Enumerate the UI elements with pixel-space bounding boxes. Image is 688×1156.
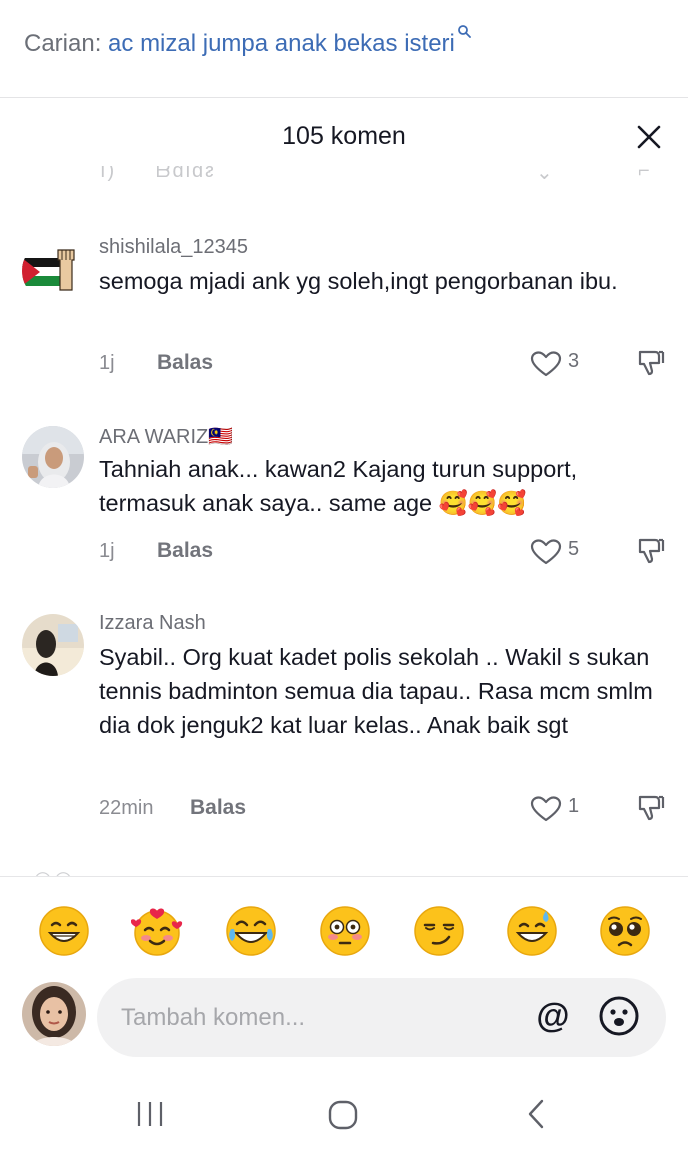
comment-text: Syabil.. Org kuat kadet polis sekolah ..… bbox=[99, 644, 653, 738]
close-icon[interactable] bbox=[630, 118, 668, 156]
comment-input[interactable] bbox=[121, 1002, 501, 1034]
avatar[interactable] bbox=[22, 426, 84, 488]
partial-comment-row: ı) ᗷɑlɑᴤ ⌄ ˙ ⌐ bbox=[100, 166, 652, 184]
like-button[interactable]: 5 bbox=[530, 536, 590, 566]
like-count: 3 bbox=[568, 350, 580, 372]
comment-time: 1j bbox=[99, 540, 115, 562]
search-prefix: Carian: bbox=[24, 30, 102, 57]
back-icon[interactable] bbox=[522, 1098, 550, 1130]
search-header: Carian: ac mizal jumpa anak bekas isteri bbox=[0, 0, 688, 98]
avatar[interactable] bbox=[22, 614, 84, 676]
reply-button[interactable]: Balas bbox=[157, 539, 213, 563]
flushed-face-icon[interactable] bbox=[319, 905, 371, 957]
grinning-face-with-sweat-icon[interactable] bbox=[506, 905, 558, 957]
comment-time: 22min bbox=[99, 797, 154, 819]
comment-composer[interactable]: @ bbox=[97, 978, 666, 1057]
grinning-face-icon[interactable] bbox=[38, 905, 90, 957]
smiling-face-with-hearts-icon[interactable] bbox=[131, 905, 183, 957]
recent-apps-icon[interactable] bbox=[134, 1098, 166, 1130]
emoji-picker-icon[interactable] bbox=[597, 994, 641, 1038]
search-line[interactable]: Carian: ac mizal jumpa anak bekas isteri bbox=[24, 25, 471, 58]
tears-of-joy-icon[interactable] bbox=[225, 905, 277, 957]
dislike-icon[interactable] bbox=[636, 793, 666, 823]
system-navigation-bar bbox=[0, 1086, 688, 1156]
mention-button[interactable]: @ bbox=[531, 994, 575, 1038]
like-button[interactable]: 1 bbox=[530, 793, 590, 823]
user-photo-avatar-icon bbox=[22, 614, 84, 676]
comment-time: 1j bbox=[99, 352, 115, 374]
palestine-fist-avatar-icon bbox=[22, 240, 84, 302]
heart-icon bbox=[530, 539, 562, 565]
like-count: 5 bbox=[568, 538, 580, 560]
reply-button[interactable]: Balas bbox=[157, 351, 213, 375]
user-photo-avatar-icon bbox=[22, 426, 84, 488]
current-user-avatar bbox=[22, 982, 86, 1046]
like-count: 1 bbox=[568, 795, 580, 817]
like-button[interactable]: 3 bbox=[530, 348, 590, 378]
heart-icon bbox=[530, 351, 562, 377]
comment-text: semoga mjadi ank yg soleh,ingt pengorban… bbox=[99, 268, 618, 294]
pleading-face-icon[interactable] bbox=[599, 905, 651, 957]
heart-icon bbox=[530, 796, 562, 822]
user-photo-avatar-icon bbox=[22, 982, 86, 1046]
comment-text: Tahniah anak... kawan2 Kajang turun supp… bbox=[99, 456, 578, 516]
search-icon bbox=[457, 25, 471, 38]
smirking-face-icon[interactable] bbox=[413, 905, 465, 957]
comment-username[interactable]: shishilala_12345 bbox=[99, 236, 248, 259]
dislike-icon[interactable] bbox=[636, 536, 666, 566]
search-query-link[interactable]: ac mizal jumpa anak bekas isteri bbox=[108, 30, 455, 57]
reply-button[interactable]: Balas bbox=[190, 796, 246, 820]
avatar[interactable] bbox=[22, 240, 84, 302]
dislike-icon[interactable] bbox=[636, 348, 666, 378]
comment-username[interactable]: Izzara Nash bbox=[99, 612, 206, 635]
comment-username[interactable]: ARA WARIZ🇲🇾 bbox=[99, 424, 233, 449]
comments-count-title: 105 komen bbox=[282, 122, 406, 150]
home-icon[interactable] bbox=[326, 1098, 360, 1132]
